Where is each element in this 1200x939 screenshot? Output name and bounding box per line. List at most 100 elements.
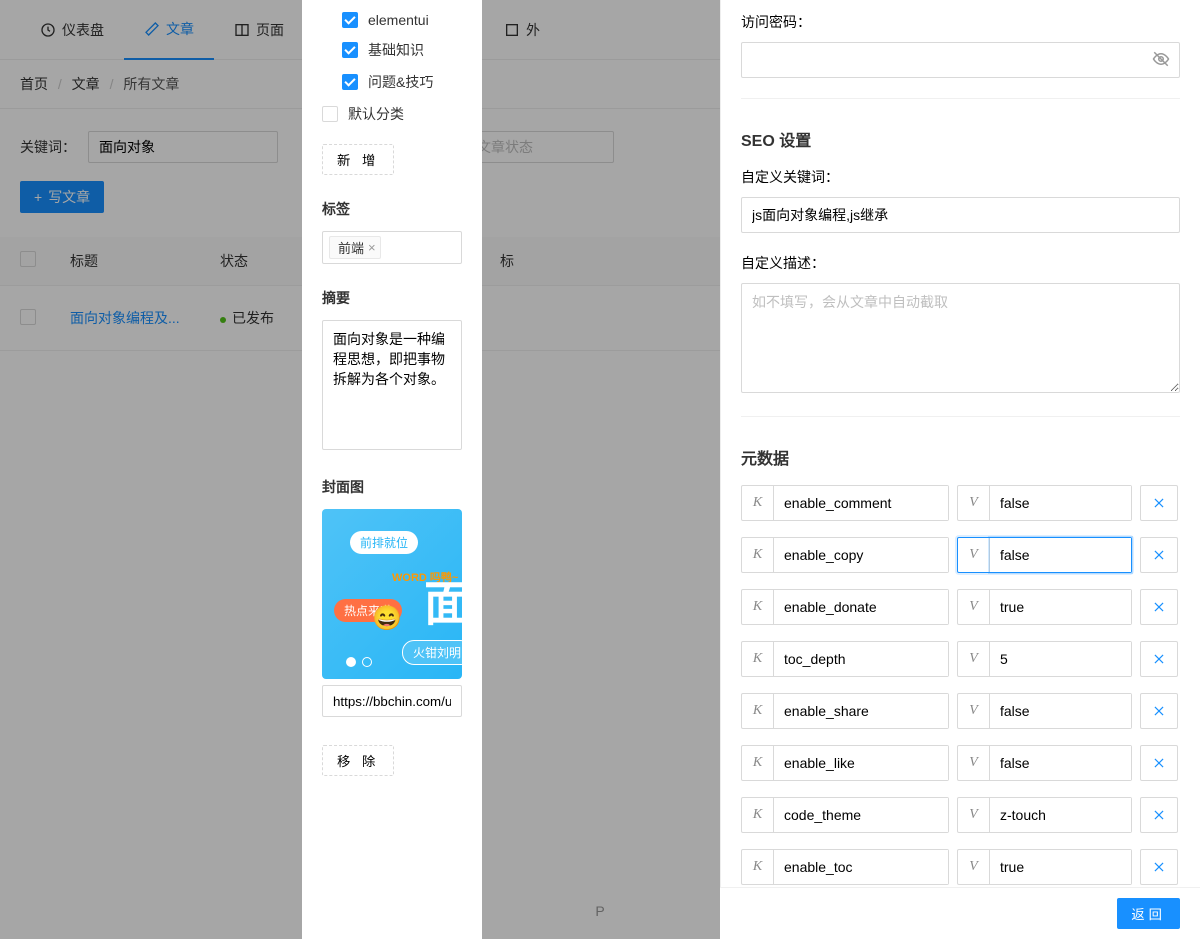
meta-value-input[interactable]: [990, 590, 1131, 624]
checkbox-checked-icon[interactable]: [342, 42, 358, 58]
meta-value-input[interactable]: [990, 798, 1131, 832]
meta-key-field: K: [741, 641, 949, 677]
key-prefix-label: K: [742, 642, 774, 676]
password-input[interactable]: [741, 42, 1180, 78]
meta-key-field: K: [741, 745, 949, 781]
meta-key-field: K: [741, 485, 949, 521]
excerpt-textarea[interactable]: [322, 320, 462, 450]
meta-key-input[interactable]: [774, 590, 948, 624]
settings-drawer-right: 访问密码： SEO 设置 自定义关键词： 自定义描述： 元数据 KVKVKVKV…: [720, 0, 1200, 939]
meta-value-input[interactable]: [990, 538, 1131, 572]
key-prefix-label: K: [742, 486, 774, 520]
meta-row: KV: [741, 745, 1180, 781]
tags-input[interactable]: 前端×: [322, 231, 462, 264]
key-prefix-label: K: [742, 694, 774, 728]
checkbox-checked-icon[interactable]: [342, 74, 358, 90]
meta-key-field: K: [741, 693, 949, 729]
category-item[interactable]: elementui: [342, 6, 462, 34]
meta-delete-button[interactable]: [1140, 797, 1178, 833]
meta-row: KV: [741, 485, 1180, 521]
meta-value-field: V: [957, 537, 1132, 573]
meta-row: KV: [741, 693, 1180, 729]
meta-key-field: K: [741, 589, 949, 625]
meta-key-input[interactable]: [774, 538, 948, 572]
value-prefix-label: V: [958, 850, 990, 884]
meta-value-input[interactable]: [990, 486, 1131, 520]
cover-decoration: 火钳刘明: [402, 640, 462, 665]
meta-delete-button[interactable]: [1140, 537, 1178, 573]
category-label: elementui: [368, 12, 429, 28]
description-textarea[interactable]: [741, 283, 1180, 393]
value-prefix-label: V: [958, 590, 990, 624]
meta-value-field: V: [957, 745, 1132, 781]
value-prefix-label: V: [958, 642, 990, 676]
meta-key-field: K: [741, 537, 949, 573]
meta-value-input[interactable]: [990, 642, 1131, 676]
meta-delete-button[interactable]: [1140, 745, 1178, 781]
cover-decoration: 前排就位: [350, 531, 418, 554]
meta-row: KV: [741, 589, 1180, 625]
meta-value-input[interactable]: [990, 694, 1131, 728]
remove-cover-button[interactable]: 移 除: [322, 745, 394, 776]
key-prefix-label: K: [742, 538, 774, 572]
meta-key-field: K: [741, 849, 949, 885]
metadata-section-header: 元数据: [741, 445, 1180, 469]
category-label: 默认分类: [348, 104, 404, 124]
key-prefix-label: K: [742, 798, 774, 832]
eye-off-icon[interactable]: [1152, 50, 1170, 68]
meta-value-field: V: [957, 797, 1132, 833]
category-label: 问题&技巧: [368, 72, 433, 92]
category-label: 基础知识: [368, 40, 424, 60]
meta-value-input[interactable]: [990, 850, 1131, 884]
value-prefix-label: V: [958, 538, 990, 572]
meta-row: KV: [741, 537, 1180, 573]
checkbox-icon[interactable]: [322, 106, 338, 122]
drawer-footer: 返回: [720, 887, 1200, 939]
meta-row: KV: [741, 797, 1180, 833]
value-prefix-label: V: [958, 486, 990, 520]
key-prefix-label: K: [742, 850, 774, 884]
settings-drawer-left: elementui 基础知识 问题&技巧 默认分类 新 增 标签 前端× 摘要 …: [302, 0, 482, 939]
meta-value-field: V: [957, 693, 1132, 729]
seo-section-header: SEO 设置: [741, 127, 1180, 151]
tags-section-title: 标签: [322, 199, 462, 219]
default-category[interactable]: 默认分类: [322, 98, 462, 130]
add-category-button[interactable]: 新 增: [322, 144, 394, 175]
cover-image[interactable]: 前排就位 热点来啦 WORD 吗鸭~ 面 火钳刘明 😄: [322, 509, 462, 679]
meta-key-input[interactable]: [774, 486, 948, 520]
password-label: 访问密码：: [741, 12, 1180, 32]
key-prefix-label: K: [742, 746, 774, 780]
meta-value-input[interactable]: [990, 746, 1131, 780]
keywords-input[interactable]: [741, 197, 1180, 233]
checkbox-checked-icon[interactable]: [342, 12, 358, 28]
key-prefix-label: K: [742, 590, 774, 624]
meta-key-input[interactable]: [774, 642, 948, 676]
back-button[interactable]: 返回: [1117, 898, 1180, 929]
meta-key-input[interactable]: [774, 798, 948, 832]
meta-key-input[interactable]: [774, 694, 948, 728]
meta-value-field: V: [957, 641, 1132, 677]
meta-key-input[interactable]: [774, 746, 948, 780]
excerpt-section-title: 摘要: [322, 288, 462, 308]
meta-key-input[interactable]: [774, 850, 948, 884]
tag-chip: 前端×: [329, 236, 381, 259]
keywords-label: 自定义关键词：: [741, 167, 1180, 187]
meta-row: KV: [741, 641, 1180, 677]
meta-delete-button[interactable]: [1140, 589, 1178, 625]
category-item[interactable]: 基础知识: [342, 34, 462, 66]
meta-delete-button[interactable]: [1140, 693, 1178, 729]
meta-delete-button[interactable]: [1140, 485, 1178, 521]
category-list: elementui 基础知识 问题&技巧: [342, 0, 462, 98]
meta-value-field: V: [957, 485, 1132, 521]
meta-row: KV: [741, 849, 1180, 885]
tag-remove-icon[interactable]: ×: [368, 240, 376, 255]
cover-url-input[interactable]: [322, 685, 462, 717]
meta-delete-button[interactable]: [1140, 849, 1178, 885]
cover-section-title: 封面图: [322, 477, 462, 497]
description-label: 自定义描述：: [741, 253, 1180, 273]
value-prefix-label: V: [958, 798, 990, 832]
meta-value-field: V: [957, 849, 1132, 885]
meta-delete-button[interactable]: [1140, 641, 1178, 677]
value-prefix-label: V: [958, 694, 990, 728]
category-item[interactable]: 问题&技巧: [342, 66, 462, 98]
